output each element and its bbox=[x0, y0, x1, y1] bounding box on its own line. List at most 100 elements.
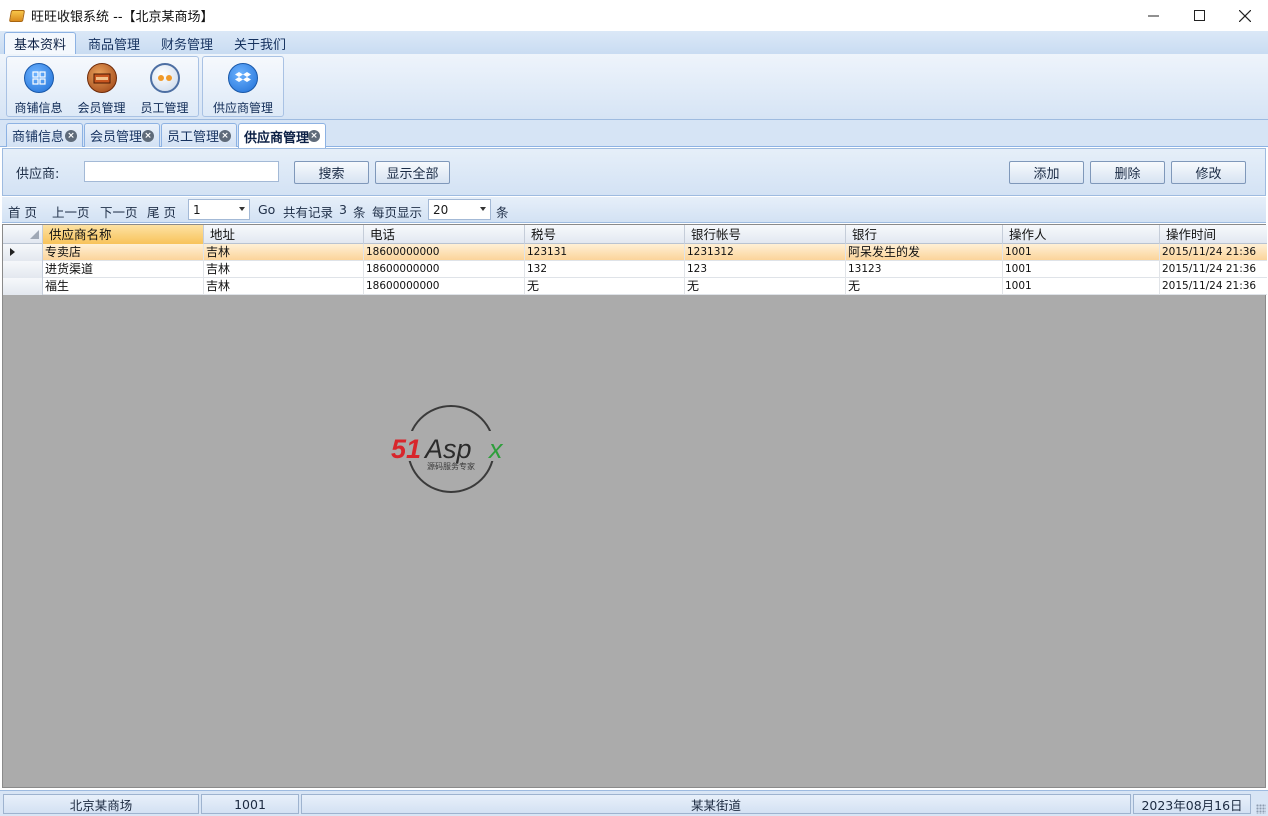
prev-page-link[interactable]: 上一页 bbox=[52, 202, 90, 221]
column-header-tax-id[interactable]: 税号 bbox=[525, 225, 685, 244]
menu-tab-finance-management[interactable]: 财务管理 bbox=[152, 32, 222, 54]
doc-tab-member[interactable]: 会员管理 × bbox=[84, 123, 160, 147]
doc-tab-shop-info[interactable]: 商铺信息 × bbox=[6, 123, 83, 147]
cell-bank-account[interactable]: 1231312 bbox=[685, 244, 846, 261]
cell-tax-id[interactable]: 123131 bbox=[525, 244, 685, 261]
column-header-bank[interactable]: 银行 bbox=[846, 225, 1003, 244]
go-button[interactable]: Go bbox=[258, 202, 275, 217]
menu-bar: 基本资料 商品管理 财务管理 关于我们 bbox=[0, 31, 1268, 54]
cell-phone[interactable]: 18600000000 bbox=[364, 244, 525, 261]
minimize-icon bbox=[1147, 15, 1159, 17]
cell-supplier-name[interactable]: 进货渠道 bbox=[43, 261, 204, 278]
cell-operator[interactable]: 1001 bbox=[1003, 244, 1160, 261]
cell-bank-account[interactable]: 123 bbox=[685, 261, 846, 278]
table-row[interactable]: 专卖店 吉林 18600000000 123131 1231312 阿呆发生的发… bbox=[3, 244, 1267, 261]
ribbon-member-label: 会员管理 bbox=[77, 101, 126, 115]
app-icon bbox=[8, 9, 26, 22]
last-page-link[interactable]: 尾 页 bbox=[147, 202, 176, 221]
cell-operator[interactable]: 1001 bbox=[1003, 278, 1160, 295]
supplier-grid: 供应商名称 地址 电话 税号 银行帐号 银行 操作人 操作时间 专卖店 吉林 1… bbox=[2, 224, 1267, 788]
first-page-link[interactable]: 首 页 bbox=[8, 202, 37, 221]
supplier-search-input[interactable] bbox=[84, 161, 279, 182]
current-row-icon bbox=[10, 248, 15, 256]
ribbon-shop-info-button[interactable]: 商铺信息 bbox=[7, 57, 70, 116]
status-date: 2023年08月16日 bbox=[1133, 794, 1251, 814]
close-tab-icon[interactable]: × bbox=[65, 130, 77, 142]
cell-address[interactable]: 吉林 bbox=[204, 261, 364, 278]
dropbox-icon bbox=[228, 63, 258, 93]
watermark-tagline: 源码服务专家 bbox=[427, 461, 475, 471]
status-store: 北京某商场 bbox=[3, 794, 199, 814]
doc-tab-staff[interactable]: 员工管理 × bbox=[161, 123, 237, 147]
cell-address[interactable]: 吉林 bbox=[204, 244, 364, 261]
cell-bank-account[interactable]: 无 bbox=[685, 278, 846, 295]
delete-button[interactable]: 删除 bbox=[1090, 161, 1165, 184]
cell-operation-time[interactable]: 2015/11/24 21:36 bbox=[1160, 278, 1267, 295]
maximize-button[interactable] bbox=[1176, 0, 1222, 31]
cell-supplier-name[interactable]: 专卖店 bbox=[43, 244, 204, 261]
cell-operation-time[interactable]: 2015/11/24 21:36 bbox=[1160, 261, 1267, 278]
staff-face-icon bbox=[149, 63, 180, 93]
cell-phone[interactable]: 18600000000 bbox=[364, 261, 525, 278]
window-controls bbox=[1130, 0, 1268, 31]
doc-tab-supplier[interactable]: 供应商管理 × bbox=[238, 123, 326, 148]
table-row[interactable]: 进货渠道 吉林 18600000000 132 123 13123 1001 2… bbox=[3, 261, 1267, 278]
column-header-supplier-name[interactable]: 供应商名称 bbox=[43, 225, 204, 244]
cell-tax-id[interactable]: 无 bbox=[525, 278, 685, 295]
page-select[interactable]: 1 bbox=[188, 199, 250, 220]
row-header[interactable] bbox=[3, 278, 43, 295]
supplier-label: 供应商: bbox=[16, 167, 60, 182]
table-row[interactable]: 福生 吉林 18600000000 无 无 无 1001 2015/11/24 … bbox=[3, 278, 1267, 295]
close-tab-icon[interactable]: × bbox=[308, 130, 320, 142]
per-page-select[interactable]: 20 bbox=[428, 199, 491, 220]
column-header-phone[interactable]: 电话 bbox=[364, 225, 525, 244]
doc-tab-label: 会员管理 bbox=[90, 130, 143, 145]
svg-text:Asp: Asp bbox=[423, 434, 472, 464]
cell-address[interactable]: 吉林 bbox=[204, 278, 364, 295]
row-header[interactable] bbox=[3, 244, 43, 261]
ribbon-supplier-button[interactable]: 供应商管理 bbox=[203, 57, 283, 116]
ribbon-supplier-label: 供应商管理 bbox=[212, 101, 273, 115]
status-user: 1001 bbox=[201, 794, 299, 814]
search-button[interactable]: 搜索 bbox=[294, 161, 369, 184]
status-bar: 北京某商场 1001 某某街道 2023年08月16日 bbox=[0, 790, 1268, 816]
edit-button[interactable]: 修改 bbox=[1171, 161, 1246, 184]
column-header-bank-account[interactable]: 银行帐号 bbox=[685, 225, 846, 244]
close-tab-icon[interactable]: × bbox=[219, 130, 231, 142]
status-address: 某某街道 bbox=[301, 794, 1131, 814]
cell-operator[interactable]: 1001 bbox=[1003, 261, 1160, 278]
close-button[interactable] bbox=[1222, 0, 1268, 31]
ribbon-staff-button[interactable]: 员工管理 bbox=[133, 57, 196, 116]
add-button[interactable]: 添加 bbox=[1009, 161, 1084, 184]
page-select-value: 1 bbox=[193, 202, 201, 217]
ribbon-member-button[interactable]: 会员管理 bbox=[70, 57, 133, 116]
cell-supplier-name[interactable]: 福生 bbox=[43, 278, 204, 295]
cell-tax-id[interactable]: 132 bbox=[525, 261, 685, 278]
column-header-address[interactable]: 地址 bbox=[204, 225, 364, 244]
grid-corner[interactable] bbox=[3, 225, 43, 244]
title-bar: 旺旺收银系统 --【北京某商场】 bbox=[0, 0, 1268, 31]
column-header-operation-time[interactable]: 操作时间 bbox=[1160, 225, 1267, 244]
resize-grip-icon[interactable] bbox=[1256, 804, 1266, 814]
document-tabs: 商铺信息 × 会员管理 × 员工管理 × 供应商管理 × bbox=[0, 120, 1268, 148]
cell-bank[interactable]: 13123 bbox=[846, 261, 1003, 278]
minimize-button[interactable] bbox=[1130, 0, 1176, 31]
ribbon-shop-info-label: 商铺信息 bbox=[14, 101, 63, 115]
svg-text:x: x bbox=[487, 434, 504, 464]
column-header-operator[interactable]: 操作人 bbox=[1003, 225, 1160, 244]
menu-tab-about-us[interactable]: 关于我们 bbox=[225, 32, 295, 54]
cell-phone[interactable]: 18600000000 bbox=[364, 278, 525, 295]
menu-tab-product-management[interactable]: 商品管理 bbox=[79, 32, 149, 54]
close-tab-icon[interactable]: × bbox=[142, 130, 154, 142]
row-header[interactable] bbox=[3, 261, 43, 278]
grid-icon bbox=[23, 63, 54, 93]
cell-operation-time[interactable]: 2015/11/24 21:36 bbox=[1160, 244, 1267, 261]
ribbon-group-basic: 商铺信息 会员管理 员工管理 bbox=[6, 56, 199, 117]
cell-bank[interactable]: 无 bbox=[846, 278, 1003, 295]
show-all-button[interactable]: 显示全部 bbox=[375, 161, 450, 184]
cell-bank[interactable]: 阿呆发生的发 bbox=[846, 244, 1003, 261]
member-card-icon bbox=[86, 63, 117, 93]
pager-bar: 首 页 上一页 下一页 尾 页 1 Go 共有记录 3 条 每页显示 20 条 bbox=[2, 197, 1266, 223]
next-page-link[interactable]: 下一页 bbox=[100, 202, 138, 221]
menu-tab-basic-info[interactable]: 基本资料 bbox=[4, 32, 77, 54]
